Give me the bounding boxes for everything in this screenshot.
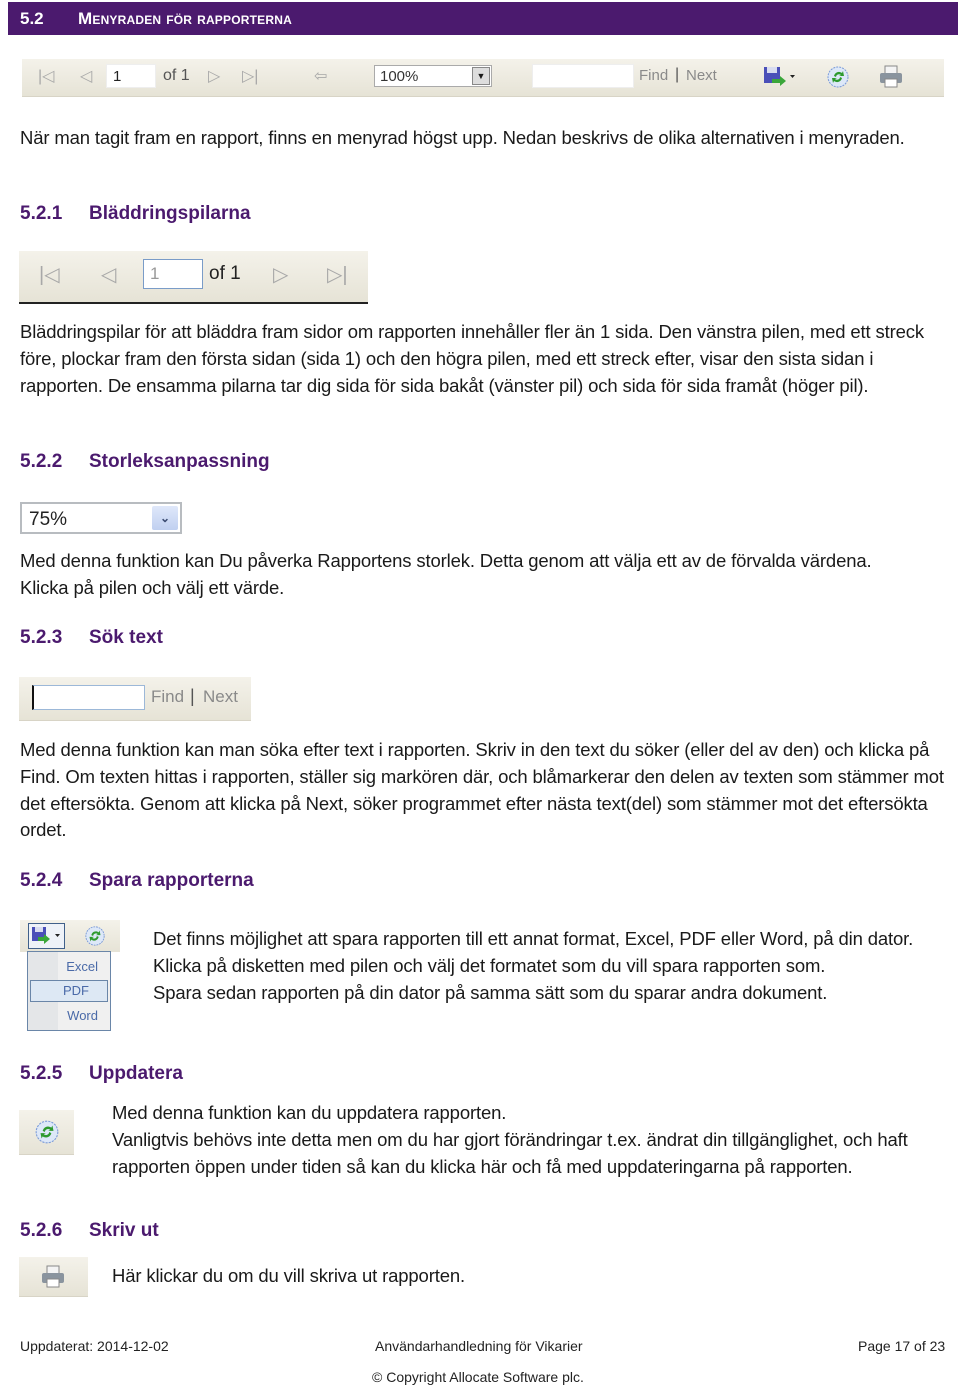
subsection-heading-spara-rapporterna: 5.2.4 Spara rapporterna: [20, 870, 254, 892]
subsection-title: Sök text: [89, 627, 163, 648]
zoom-value: 75%: [29, 509, 68, 530]
next-page-icon[interactable]: ▷: [273, 265, 288, 285]
save-menu-image: Excel PDF Word: [20, 920, 120, 1032]
subsection-text: Det finns möjlighet att spara rapporten …: [153, 926, 933, 1006]
subsection-number: 5.2.6: [20, 1220, 63, 1241]
report-toolbar: |◁ ◁ of 1 ▷ ▷| ⇦ 100% ▼ Find | Next: [22, 59, 944, 97]
print-icon[interactable]: [878, 65, 904, 94]
subsection-heading-skriv-ut: 5.2.6 Skriv ut: [20, 1220, 159, 1242]
subsection-number: 5.2.4: [20, 870, 63, 891]
subsection-text: Här klickar du om du vill skriva ut rapp…: [112, 1265, 465, 1286]
subsection-title: Bläddringspilarna: [89, 203, 251, 224]
page-count-label: of 1: [163, 67, 190, 84]
subsection-heading-sok-text: 5.2.3 Sök text: [20, 627, 163, 649]
footer-doc-title: Användarhandledning för Vikarier: [375, 1338, 583, 1354]
subsection-heading-uppdatera: 5.2.5 Uppdatera: [20, 1063, 183, 1085]
refresh-icon[interactable]: [826, 65, 850, 94]
navigation-arrows-image: |◁ ◁ of 1 ▷ ▷|: [19, 251, 368, 304]
page-number-input[interactable]: [106, 64, 156, 88]
prev-page-icon[interactable]: ◁: [80, 69, 92, 85]
intro-paragraph: När man tagit fram en rapport, finns en …: [20, 127, 905, 148]
subsection-text: Med denna funktion kan du uppdatera rapp…: [112, 1100, 942, 1180]
menu-item-pdf[interactable]: PDF: [30, 980, 108, 1002]
last-page-icon[interactable]: ▷|: [242, 69, 258, 85]
subsection-text: Med denna funktion kan man söka efter te…: [20, 739, 944, 841]
find-link[interactable]: Find: [639, 67, 668, 84]
first-page-icon[interactable]: |◁: [38, 69, 54, 85]
search-image: Find | Next: [19, 677, 251, 721]
save-icon[interactable]: [762, 65, 798, 94]
search-input[interactable]: [532, 64, 634, 88]
refresh-icon[interactable]: [34, 1119, 60, 1150]
zoom-value: 100%: [380, 68, 419, 85]
search-input[interactable]: [32, 685, 145, 710]
section-header: 5.2 Menyraden för rapporterna: [8, 2, 958, 35]
find-link[interactable]: Find: [151, 687, 184, 707]
footer-updated: Uppdaterat: 2014-12-02: [20, 1338, 169, 1354]
subsection-title: Spara rapporterna: [89, 870, 254, 891]
next-link[interactable]: Next: [686, 67, 717, 84]
subsection-title: Storleksanpassning: [89, 451, 270, 472]
page-count-label: of 1: [209, 263, 241, 284]
page-number-input[interactable]: [143, 259, 203, 289]
menu-item-word[interactable]: Word: [30, 1005, 108, 1027]
text-line: Det finns möjlighet att spara rapporten …: [153, 928, 914, 949]
zoom-select[interactable]: 75% ⌄: [20, 502, 182, 534]
text-line: Klicka på disketten med pilen och välj d…: [153, 954, 826, 976]
next-link[interactable]: Next: [203, 687, 238, 707]
footer-page-number: Page 17 of 23: [858, 1338, 946, 1354]
footer-copyright: © Copyright Allocate Software plc.: [372, 1369, 584, 1385]
refresh-button-image: [19, 1110, 74, 1155]
subsection-number: 5.2.2: [20, 451, 63, 472]
subsection-heading-storleksanpassning: 5.2.2 Storleksanpassning: [20, 451, 270, 473]
text-line: Spara sedan rapporten på din dator på sa…: [153, 981, 828, 1003]
find-next-separator: |: [675, 66, 680, 83]
subsection-title: Uppdatera: [89, 1063, 183, 1084]
subsection-text: Med denna funktion kan Du påverka Rappor…: [20, 550, 872, 598]
menu-item-excel[interactable]: Excel: [30, 956, 108, 978]
subsection-title: Skriv ut: [89, 1220, 159, 1241]
text-line: Med denna funktion kan du uppdatera rapp…: [112, 1102, 507, 1123]
text-line: Vanligtvis behövs inte detta men om du h…: [112, 1128, 908, 1177]
first-page-icon[interactable]: |◁: [39, 265, 60, 285]
subsection-number: 5.2.5: [20, 1063, 63, 1084]
save-icon[interactable]: [28, 923, 65, 949]
prev-page-icon[interactable]: ◁: [101, 265, 116, 285]
section-title: Menyraden för rapporterna: [78, 9, 292, 28]
refresh-icon[interactable]: [84, 925, 106, 952]
subsection-heading-bladdringspilarna: 5.2.1 Bläddringspilarna: [20, 203, 251, 225]
subsection-number: 5.2.1: [20, 203, 63, 224]
section-number: 5.2: [20, 9, 44, 28]
next-page-icon[interactable]: ▷: [208, 69, 220, 85]
subsection-text: Bläddringspilar för att bläddra fram sid…: [20, 321, 924, 396]
save-format-menu: Excel PDF Word: [27, 951, 111, 1031]
print-button-image: [19, 1257, 88, 1297]
find-next-separator: |: [190, 686, 195, 706]
print-icon[interactable]: [40, 1265, 66, 1294]
zoom-select[interactable]: 100% ▼: [374, 65, 492, 87]
chevron-down-icon[interactable]: ▼: [472, 67, 490, 85]
back-icon[interactable]: ⇦: [314, 69, 327, 85]
subsection-number: 5.2.3: [20, 627, 63, 648]
last-page-icon[interactable]: ▷|: [327, 265, 348, 285]
chevron-down-icon[interactable]: ⌄: [152, 506, 178, 530]
